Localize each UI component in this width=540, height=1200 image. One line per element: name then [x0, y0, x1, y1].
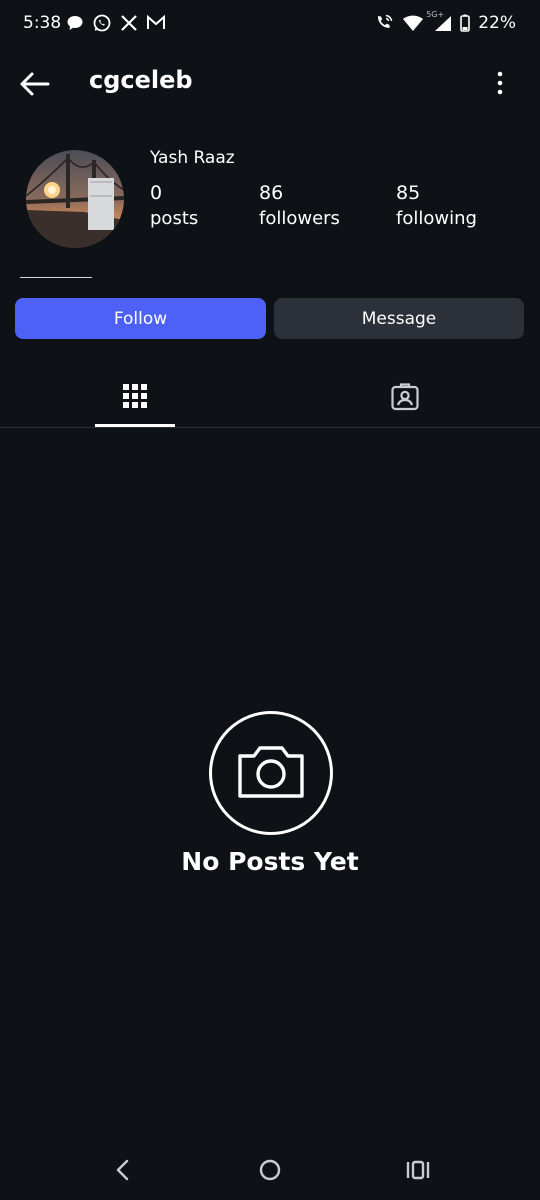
- x-icon: [120, 14, 138, 32]
- camera-icon: [236, 740, 306, 808]
- battery-percent: 22%: [478, 13, 516, 33]
- bio-divider: [20, 277, 92, 278]
- tagged-person-icon: [391, 383, 419, 415]
- recents-nav-icon[interactable]: [403, 1155, 433, 1185]
- follow-button[interactable]: Follow: [15, 298, 266, 339]
- following-label[interactable]: following: [396, 208, 477, 229]
- empty-state-title: No Posts Yet: [181, 847, 359, 876]
- wifi-call-icon: [374, 13, 394, 33]
- empty-state-icon-circle: [209, 711, 333, 835]
- wifi-icon: [402, 14, 424, 32]
- following-count[interactable]: 85: [396, 182, 420, 204]
- followers-count[interactable]: 86: [259, 182, 283, 204]
- avatar-image: [26, 150, 124, 248]
- tab-posts-grid[interactable]: [95, 375, 175, 427]
- message-button[interactable]: Message: [274, 298, 524, 339]
- profile-avatar[interactable]: [26, 150, 124, 248]
- status-right-icons: 5G+ 22%: [374, 10, 516, 34]
- back-nav-icon[interactable]: [108, 1155, 138, 1185]
- followers-label[interactable]: followers: [259, 208, 340, 229]
- profile-username: cgceleb: [89, 66, 193, 94]
- grid-icon: [123, 384, 147, 412]
- posts-label: posts: [150, 208, 199, 229]
- signal-icon: 5G+: [426, 10, 452, 32]
- home-nav-icon[interactable]: [255, 1155, 285, 1185]
- gmail-icon: [146, 14, 166, 32]
- battery-icon: [460, 14, 471, 32]
- back-button[interactable]: [14, 64, 56, 104]
- profile-full-name: Yash Raaz: [150, 148, 235, 168]
- status-left-icons: [66, 12, 166, 34]
- tabs-divider: [0, 427, 540, 428]
- whatsapp-icon: [92, 13, 112, 33]
- network-type: 5G+: [426, 10, 445, 19]
- posts-count: 0: [150, 182, 163, 204]
- more-options-button[interactable]: [486, 66, 514, 100]
- status-bar: 5:38 5G+ 22%: [0, 0, 540, 48]
- tab-tagged[interactable]: [365, 375, 445, 427]
- chat-bubble-icon: [66, 14, 84, 32]
- status-time: 5:38: [23, 13, 62, 33]
